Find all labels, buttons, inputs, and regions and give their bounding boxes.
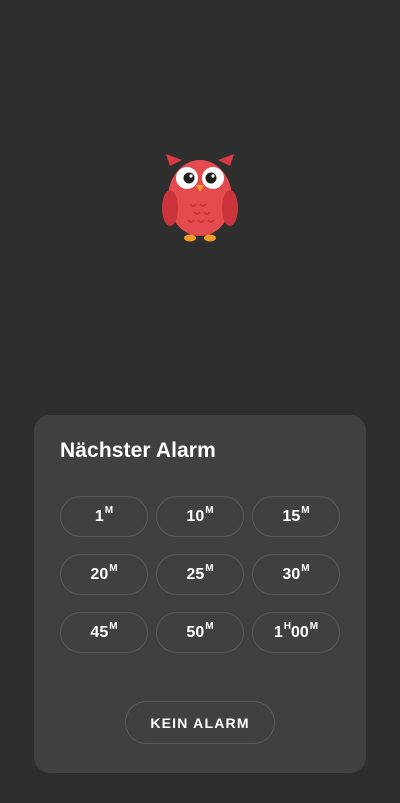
alarm-options-grid: 1M 10 M 15 M 20 M 25 M 30 M 45 M 50 M 1 H 00 M: [60, 496, 341, 653]
owl-mascot: [160, 152, 240, 244]
option-unit: M: [205, 505, 214, 516]
option-unit: M: [205, 563, 214, 574]
owl-icon: [162, 154, 238, 242]
option-value: 25: [186, 565, 205, 583]
option-value: 1: [273, 623, 283, 641]
option-unit: M: [109, 621, 118, 632]
sheet-title: Nächster Alarm: [60, 439, 216, 462]
alarm-option-10m[interactable]: 10 M: [156, 496, 244, 537]
alarm-option-1h00m[interactable]: 1 H 00 M: [252, 612, 340, 653]
alarm-option-50m[interactable]: 50 M: [156, 612, 244, 653]
alarm-option-20m[interactable]: 20 M: [60, 554, 148, 595]
option-value: 10: [186, 507, 205, 525]
option-value: 15: [282, 507, 301, 525]
option-unit: M: [104, 505, 114, 516]
option-unit: M: [205, 621, 214, 632]
alarm-option-45m[interactable]: 45 M: [60, 612, 148, 653]
option-unit: M: [301, 505, 310, 516]
option-unit: H: [283, 621, 291, 632]
no-alarm-button[interactable]: KEIN ALARM: [125, 701, 275, 744]
option-value: 30: [282, 565, 301, 583]
option-unit: M: [301, 563, 310, 574]
alarm-option-15m[interactable]: 15 M: [252, 496, 340, 537]
option-unit-minutes: M: [309, 621, 319, 632]
option-value: 1: [94, 507, 104, 525]
alarm-option-25m[interactable]: 25 M: [156, 554, 244, 595]
next-alarm-sheet: Nächster Alarm 1M 10 M 15 M 20 M 25 M 30 M 45…: [34, 415, 366, 773]
option-value: 20: [90, 565, 109, 583]
option-unit: M: [109, 563, 118, 574]
option-value: 45: [90, 623, 109, 641]
option-value: 50: [186, 623, 205, 641]
alarm-option-1m[interactable]: 1M: [60, 496, 148, 537]
option-value-minutes: 00: [291, 623, 309, 641]
alarm-option-30m[interactable]: 30 M: [252, 554, 340, 595]
